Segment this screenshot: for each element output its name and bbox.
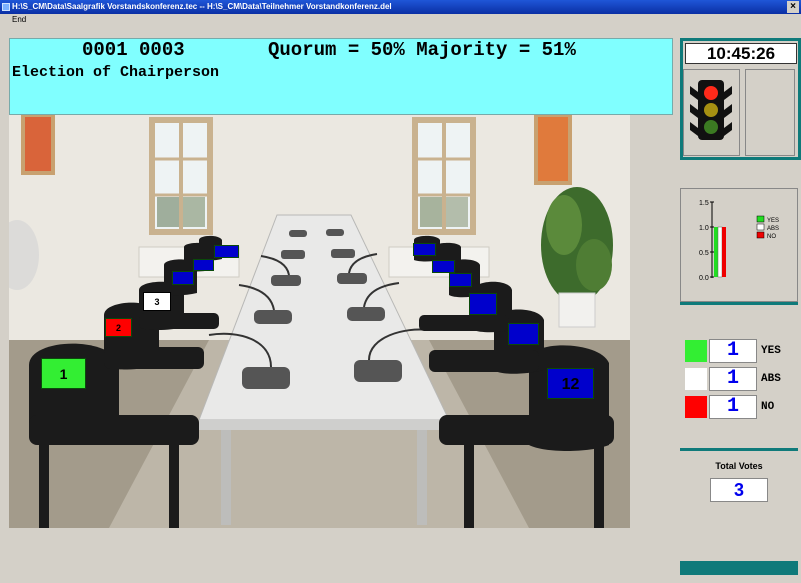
seat-marker-7[interactable] — [413, 243, 436, 256]
empty-indicator-box — [745, 69, 795, 156]
seat-marker-3[interactable]: 3 — [143, 292, 171, 311]
total-votes-value: 3 — [710, 478, 768, 502]
vote-title: Election of Chairperson — [12, 64, 220, 81]
abs-swatch — [685, 368, 707, 390]
traffic-light-box — [683, 69, 740, 156]
menu-item-end[interactable]: End — [12, 15, 26, 24]
app-icon — [2, 3, 10, 11]
yes-swatch — [685, 340, 707, 362]
no-count: 1 — [709, 395, 757, 419]
yes-count: 1 — [709, 339, 757, 363]
room-illustration — [9, 115, 630, 528]
ytick-1.5: 1.5 — [699, 200, 709, 207]
window-left — [149, 117, 213, 235]
abs-label: ABS — [761, 373, 781, 385]
window-title: H:\S_CM\Data\Saalgrafik Vorstandskonfere… — [12, 2, 392, 11]
window-right — [412, 117, 476, 235]
ytick-0.0: 0.0 — [699, 275, 709, 282]
no-swatch — [685, 396, 707, 418]
bar-no — [722, 227, 726, 277]
clock-display: 10:45:26 — [685, 43, 797, 64]
seat-label: 2 — [115, 323, 121, 333]
total-votes-box: Total Votes 3 — [680, 451, 798, 561]
seat-marker-5[interactable] — [193, 259, 214, 271]
no-label: NO — [761, 401, 775, 413]
vote-chart-panel: 1.5 1.0 0.5 0.0 YES ABS NO — [680, 188, 798, 302]
legend-no: NO — [767, 234, 776, 240]
quorum-info: Quorum = 50% Majority = 51% — [268, 39, 576, 61]
seat-label: 1 — [59, 366, 68, 382]
window-title-bar[interactable]: H:\S_CM\Data\Saalgrafik Vorstandskonfere… — [0, 0, 801, 14]
seat-label: 12 — [561, 376, 580, 393]
traffic-light-icon — [690, 80, 732, 140]
seat-marker-4[interactable] — [172, 271, 194, 285]
yes-label: YES — [761, 345, 781, 357]
seat-marker-2[interactable]: 2 — [105, 318, 132, 337]
close-button[interactable]: × — [787, 1, 799, 13]
seat-marker-1[interactable]: 1 — [41, 358, 86, 389]
legend-abs: ABS — [767, 226, 779, 232]
vote-header: 0001 0003 Quorum = 50% Majority = 51% El… — [9, 38, 673, 115]
conference-room-graphic: 1 2 3 12 — [9, 115, 630, 528]
bar-yes — [714, 227, 718, 277]
abs-count: 1 — [709, 367, 757, 391]
bar-abs — [717, 226, 723, 278]
mini-bar-chart: 1.5 1.0 0.5 0.0 YES ABS NO — [699, 200, 779, 282]
legend-yes: YES — [767, 218, 779, 224]
seat-marker-10[interactable] — [469, 293, 497, 315]
seat-marker-12[interactable]: 12 — [547, 368, 594, 399]
ytick-1.0: 1.0 — [699, 225, 709, 232]
seat-marker-6[interactable] — [214, 245, 239, 258]
total-votes-label: Total Votes — [715, 461, 763, 471]
seat-marker-11[interactable] — [508, 323, 539, 345]
seat-label: 3 — [154, 297, 160, 307]
seat-marker-9[interactable] — [449, 273, 472, 287]
ytick-0.5: 0.5 — [699, 250, 709, 257]
seat-marker-8[interactable] — [432, 260, 455, 273]
menu-bar: End — [0, 14, 801, 26]
agenda-ids: 0001 0003 — [82, 39, 185, 61]
